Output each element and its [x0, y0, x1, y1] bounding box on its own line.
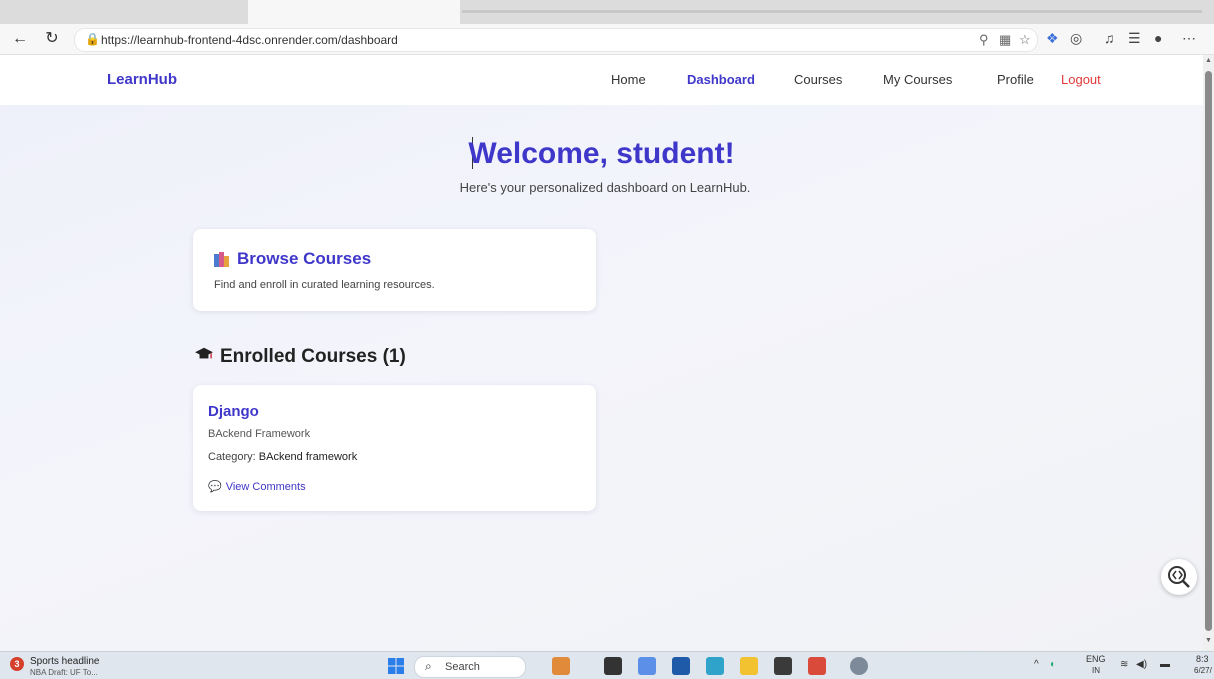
taskbar-search-label: Search: [445, 661, 480, 673]
back-arrow-icon[interactable]: ←: [10, 29, 30, 49]
browse-courses-title[interactable]: Browse Courses: [237, 249, 371, 269]
magnifier-code-icon: [1168, 566, 1190, 588]
page-subtitle: Here's your personalized dashboard on Le…: [459, 180, 751, 195]
tray-language[interactable]: ENG: [1086, 654, 1106, 664]
course-category-value: BAckend framework: [258, 451, 358, 463]
scroll-up-arrow-icon[interactable]: ▲: [1204, 57, 1213, 64]
news-subtitle: NBA Draft: UF To...: [30, 668, 98, 677]
battery-icon[interactable]: ▬: [1160, 659, 1170, 670]
tray-date[interactable]: 6/27/: [1194, 666, 1212, 675]
site-navbar: LearnHub Home Dashboard Courses My Cours…: [0, 55, 1203, 105]
profile-avatar-icon[interactable]: ●: [1154, 30, 1162, 46]
browser-active-tab[interactable]: [248, 0, 460, 24]
refresh-icon[interactable]: ↻: [42, 29, 62, 49]
course-card: Django BAckend Framework Category: BAcke…: [193, 385, 596, 511]
search-icon: ⌕: [425, 659, 432, 673]
course-name[interactable]: Django: [208, 403, 259, 420]
tab-strip-divider: [462, 10, 1202, 13]
os-taskbar: 3 Sports headline NBA Draft: UF To... ⌕ …: [0, 651, 1214, 679]
course-category-label: Category:: [208, 451, 256, 463]
edge-browser-icon[interactable]: [706, 657, 724, 675]
scrollbar-thumb[interactable]: [1205, 71, 1212, 631]
copilot-app-icon[interactable]: [638, 657, 656, 675]
news-title: Sports headline: [30, 656, 100, 667]
split-screen-icon[interactable]: ♫: [1104, 30, 1115, 46]
extension-icon[interactable]: ◎: [1070, 30, 1082, 47]
lock-icon: 🔒: [85, 32, 100, 46]
nav-profile[interactable]: Profile: [997, 72, 1034, 87]
course-description: BAckend Framework: [208, 428, 311, 440]
books-icon: [214, 252, 229, 267]
key-icon[interactable]: ⚲: [979, 32, 989, 48]
taskbar-search[interactable]: ⌕ Search: [414, 656, 526, 678]
browser-tab-strip: [0, 0, 1214, 24]
favorites-icon[interactable]: ☰: [1128, 30, 1141, 47]
address-bar[interactable]: 🔒 https://learnhub-frontend-4dsc.onrende…: [74, 28, 1038, 52]
course-category: Category: BAckend framework: [208, 451, 357, 463]
enrolled-courses-heading: Enrolled Courses (1): [193, 346, 406, 368]
browse-courses-card[interactable]: Browse Courses Find and enroll in curate…: [193, 229, 596, 311]
tray-language-sub: IN: [1092, 666, 1100, 675]
tray-network-app-icon[interactable]: ◐: [1050, 659, 1056, 670]
favorite-star-icon[interactable]: ☆: [1019, 32, 1031, 48]
copilot-icon[interactable]: ❖: [1046, 30, 1059, 47]
tray-chevron-up-icon[interactable]: ^: [1034, 659, 1039, 670]
read-aloud-icon[interactable]: ▦: [999, 32, 1011, 48]
nav-my-courses[interactable]: My Courses: [883, 72, 952, 87]
brand-logo[interactable]: LearnHub: [107, 71, 177, 88]
address-url[interactable]: https://learnhub-frontend-4dsc.onrender.…: [101, 33, 398, 47]
wifi-icon[interactable]: ≋: [1120, 659, 1128, 670]
speech-bubble-icon: 💬: [208, 481, 222, 493]
nav-logout[interactable]: Logout: [1061, 72, 1101, 87]
people-app-icon[interactable]: [552, 657, 570, 675]
news-badge: 3: [10, 657, 24, 671]
view-comments-label[interactable]: View Comments: [226, 481, 306, 493]
tray-time[interactable]: 8:3: [1196, 654, 1209, 664]
speaker-icon[interactable]: ◀): [1136, 659, 1147, 670]
browse-courses-description: Find and enroll in curated learning reso…: [214, 279, 435, 291]
news-widget[interactable]: 3 Sports headline NBA Draft: UF To...: [8, 655, 148, 677]
graduation-cap-icon: [195, 347, 213, 359]
page-viewport: LearnHub Home Dashboard Courses My Cours…: [0, 55, 1203, 651]
scroll-down-arrow-icon[interactable]: ▼: [1204, 637, 1213, 644]
settings-gear-icon[interactable]: [850, 657, 868, 675]
browser-toolbar: ← ↻ 🔒 https://learnhub-frontend-4dsc.onr…: [0, 24, 1214, 55]
terminal-app-icon[interactable]: [774, 657, 792, 675]
enrolled-courses-label: Enrolled Courses (1): [220, 346, 406, 367]
zoom-helper-button[interactable]: [1161, 559, 1197, 595]
view-comments-link[interactable]: 💬 View Comments: [208, 480, 306, 493]
office-app-icon[interactable]: [808, 657, 826, 675]
store-app-icon[interactable]: [672, 657, 690, 675]
task-view-icon[interactable]: [604, 657, 622, 675]
page-scrollbar[interactable]: ▲ ▼: [1203, 55, 1214, 651]
windows-start-icon[interactable]: [388, 658, 404, 674]
page-title: Welcome, student!: [468, 137, 735, 170]
nav-home[interactable]: Home: [611, 72, 646, 87]
nav-dashboard[interactable]: Dashboard: [687, 72, 755, 87]
nav-courses[interactable]: Courses: [794, 72, 842, 87]
file-explorer-icon[interactable]: [740, 657, 758, 675]
more-menu-icon[interactable]: ⋯: [1182, 30, 1196, 47]
